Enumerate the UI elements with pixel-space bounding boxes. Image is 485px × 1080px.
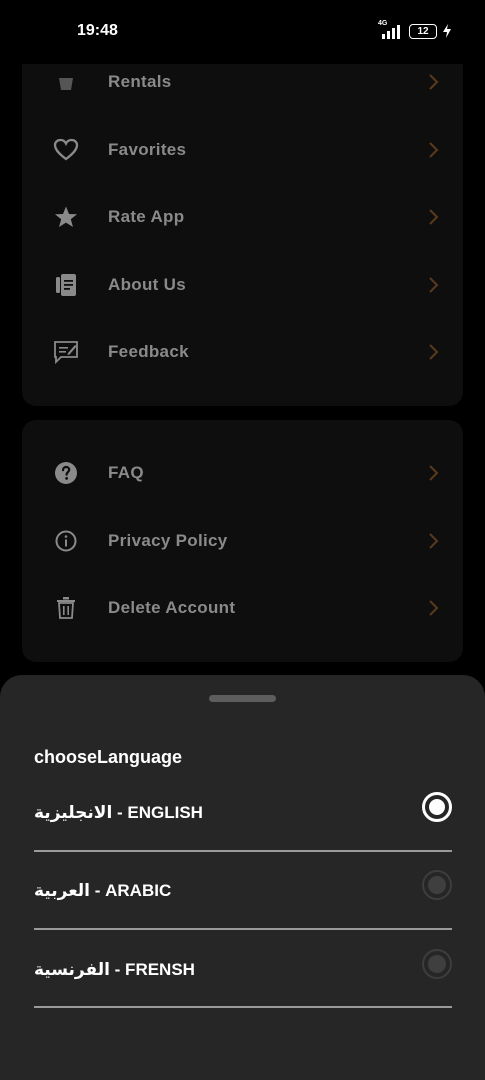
menu-card-account: Rentals Favorites Rate App About Us Feed… (22, 40, 463, 406)
sheet-title: chooseLanguage (34, 747, 183, 767)
signal-icon: 4G (378, 20, 404, 40)
menu-item-favorites[interactable]: Favorites (22, 123, 463, 177)
language-label: الانجليزية - ENGLISH (34, 803, 203, 822)
heart-icon (52, 136, 80, 164)
menu-card-legal: FAQ Privacy Policy Delete Account (22, 420, 463, 662)
language-bottom-sheet: chooseLanguage الانجليزية - ENGLISH العر… (0, 675, 485, 1080)
divider (34, 1006, 452, 1008)
status-bar: 19:48 4G 12 (0, 0, 485, 64)
question-icon (52, 459, 80, 487)
menu-label-rate-app: Rate App (108, 207, 185, 226)
chevron-right-icon (429, 209, 439, 225)
menu-item-delete-account[interactable]: Delete Account (22, 581, 463, 635)
menu-item-privacy-policy[interactable]: Privacy Policy (22, 514, 463, 568)
chevron-right-icon (429, 277, 439, 293)
radio-unselected[interactable] (422, 870, 452, 900)
radio-unselected[interactable] (422, 949, 452, 979)
bag-icon (52, 68, 80, 96)
document-icon (52, 271, 80, 299)
menu-label-privacy-policy: Privacy Policy (108, 531, 228, 550)
language-option-french[interactable]: الفرنسية - FRENSH (34, 949, 452, 1020)
battery-level: 12 (417, 25, 429, 37)
drag-handle[interactable] (209, 695, 276, 702)
radio-selected[interactable] (422, 792, 452, 822)
menu-item-about-us[interactable]: About Us (22, 258, 463, 312)
menu-label-about-us: About Us (108, 275, 186, 294)
status-icons: 4G 12 (378, 20, 452, 40)
chevron-right-icon (429, 533, 439, 549)
charging-icon (443, 24, 451, 38)
language-label: الفرنسية - FRENSH (34, 960, 195, 979)
chevron-right-icon (429, 142, 439, 158)
chevron-right-icon (429, 465, 439, 481)
menu-item-faq[interactable]: FAQ (22, 446, 463, 500)
menu-label-rentals: Rentals (108, 72, 172, 91)
language-label: العربية - ARABIC (34, 881, 172, 900)
menu-label-favorites: Favorites (108, 140, 187, 159)
chevron-right-icon (429, 344, 439, 360)
chevron-right-icon (429, 74, 439, 90)
menu-item-feedback[interactable]: Feedback (22, 325, 463, 379)
language-option-arabic[interactable]: العربية - ARABIC (34, 870, 452, 941)
trash-icon (52, 594, 80, 622)
chevron-right-icon (429, 600, 439, 616)
battery-icon: 12 (409, 23, 437, 39)
status-time: 19:48 (77, 22, 118, 39)
menu-item-rate-app[interactable]: Rate App (22, 190, 463, 244)
feedback-icon (52, 338, 80, 366)
divider (34, 928, 452, 930)
language-option-english[interactable]: الانجليزية - ENGLISH (34, 792, 452, 863)
menu-label-delete-account: Delete Account (108, 598, 236, 617)
menu-label-feedback: Feedback (108, 342, 189, 361)
star-icon (52, 203, 80, 231)
menu-label-faq: FAQ (108, 463, 144, 482)
info-icon (52, 527, 80, 555)
divider (34, 850, 452, 852)
